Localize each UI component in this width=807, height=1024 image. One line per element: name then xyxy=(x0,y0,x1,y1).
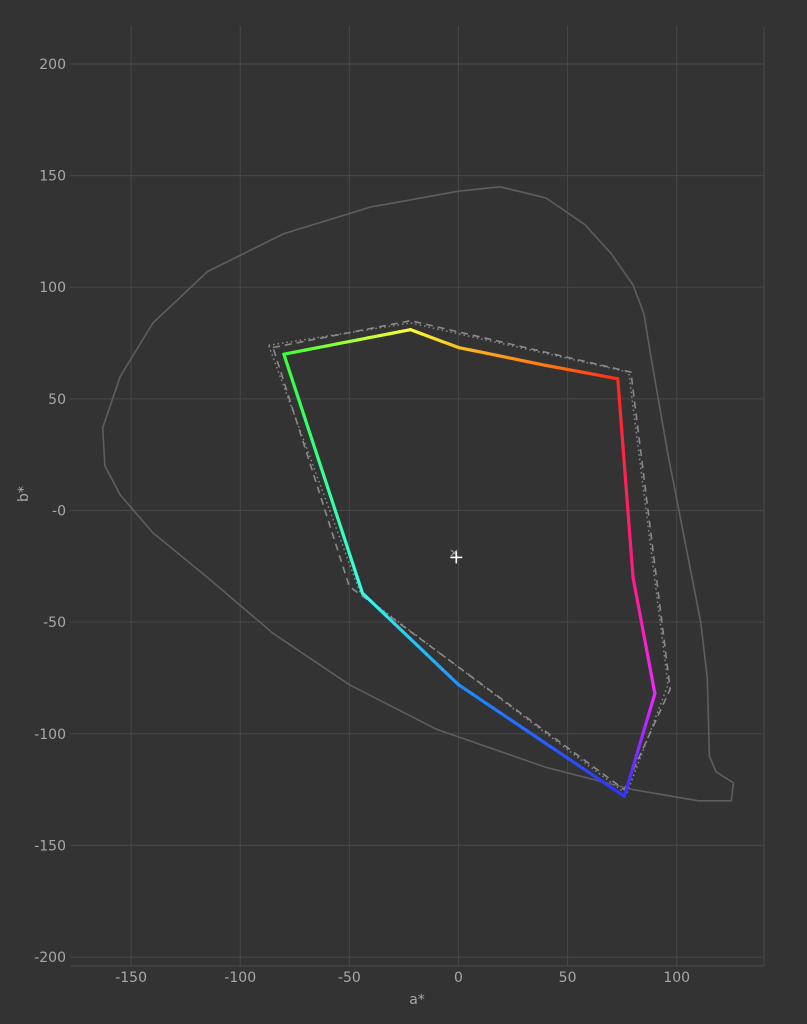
gamut-segment xyxy=(616,377,621,397)
gamut-segment xyxy=(335,340,349,346)
y-tick-label: -200 xyxy=(34,950,66,966)
x-tick-label: 100 xyxy=(663,970,690,986)
y-tick-label: 100 xyxy=(39,280,66,296)
y-tick-label: 200 xyxy=(39,57,66,73)
y-tick-label: -50 xyxy=(43,615,66,631)
gamut-segment xyxy=(356,336,370,342)
gamut-segment xyxy=(398,328,413,334)
gamut-segment xyxy=(628,542,634,563)
gamut-segment xyxy=(324,342,339,348)
gamut-chart: -150 -100 -50 0 50 100 200 150 100 50 -0 -50 -100 -15… xyxy=(16,26,765,1008)
gamut-segment xyxy=(619,426,625,447)
gamut-segment xyxy=(625,493,630,513)
gamut-segment xyxy=(630,559,635,580)
gamut-segment xyxy=(617,393,622,414)
y-tick-label: -150 xyxy=(34,838,66,854)
y-tick-label: 150 xyxy=(39,169,66,185)
gamut-segment xyxy=(622,459,628,480)
y-tick-label: -0 xyxy=(52,504,66,520)
plot-area xyxy=(70,26,764,966)
y-tick-label: -100 xyxy=(34,727,66,743)
x-tick-label: 50 xyxy=(559,970,577,986)
gamut-segment xyxy=(621,443,626,464)
gamut-segment xyxy=(313,344,328,350)
gamut-segment xyxy=(303,346,318,352)
gamut-segment xyxy=(623,476,629,497)
gamut-segment xyxy=(377,332,391,338)
gamut-segment xyxy=(618,410,624,431)
x-tick-label: -50 xyxy=(338,970,361,986)
gamut-segment xyxy=(292,348,307,354)
x-axis-title: a* xyxy=(409,992,425,1008)
gamut-segment xyxy=(627,526,633,546)
x-tick-label: 0 xyxy=(454,970,463,986)
y-tick-label: 50 xyxy=(48,392,66,408)
gamut-segment xyxy=(366,334,381,340)
y-axis-title: b* xyxy=(16,486,32,502)
gamut-segment xyxy=(387,330,402,336)
gamut-segment xyxy=(345,338,360,344)
x-tick-label: -100 xyxy=(224,970,256,986)
gamut-segment xyxy=(626,509,631,530)
x-tick-label: -150 xyxy=(115,970,147,986)
